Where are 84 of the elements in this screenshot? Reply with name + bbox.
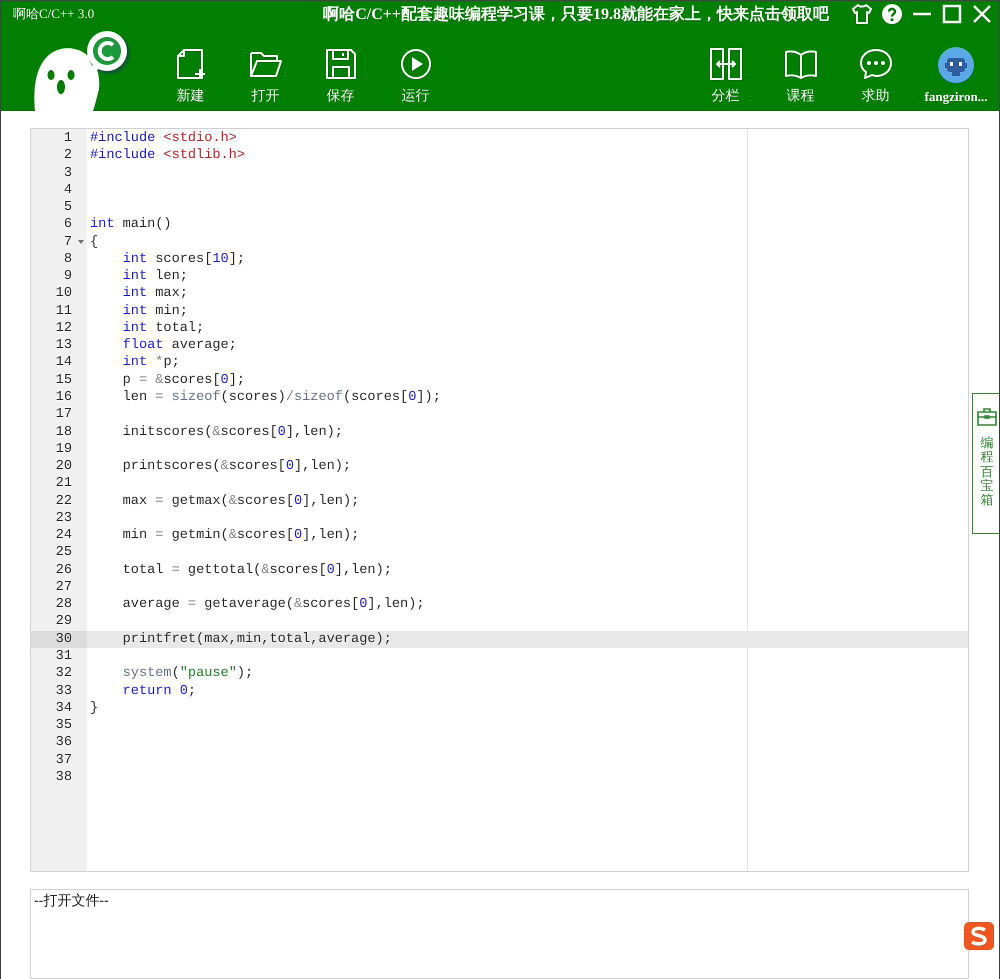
line-number: 35 bbox=[56, 717, 72, 734]
line-number: 38 bbox=[56, 768, 72, 786]
line-number: 12 bbox=[56, 320, 72, 338]
code-line: int len; bbox=[122, 268, 188, 286]
line-number: 16 bbox=[56, 388, 72, 406]
toolbar-button[interactable]: 保存 bbox=[303, 47, 378, 105]
line-number: 25 bbox=[56, 544, 72, 562]
input-method-icon[interactable] bbox=[964, 922, 994, 950]
line-number: 30 bbox=[56, 630, 72, 648]
line-number: 15 bbox=[56, 372, 72, 389]
line-number: 8 bbox=[64, 250, 72, 268]
code-line: { bbox=[89, 234, 98, 251]
line-number: 17 bbox=[56, 406, 72, 424]
shirt-icon[interactable] bbox=[851, 3, 873, 26]
line-number: 4 bbox=[64, 182, 72, 200]
code-line: printfret(max,min,total,average); bbox=[122, 630, 392, 648]
code-line: printscores(&scores[0],len); bbox=[122, 458, 352, 476]
app-title: 啊哈C/C++ 3.0 bbox=[13, 5, 94, 24]
code-line: int min; bbox=[122, 302, 188, 320]
line-number: 36 bbox=[56, 734, 72, 752]
line-number: 2 bbox=[64, 147, 72, 165]
code-line: } bbox=[89, 700, 98, 718]
line-number: 32 bbox=[56, 665, 72, 682]
line-number: 21 bbox=[56, 475, 72, 493]
save-icon bbox=[324, 47, 358, 81]
line-number: 9 bbox=[64, 268, 72, 286]
code-line: #include <stdio.h> bbox=[89, 130, 237, 148]
line-number: 23 bbox=[56, 510, 72, 528]
toolbar-button[interactable]: 分栏 bbox=[688, 47, 763, 105]
line-number: 1 bbox=[64, 130, 72, 148]
code-line: min = getmin(&scores[0],len); bbox=[122, 527, 360, 544]
toolbar-button[interactable]: 课程 bbox=[763, 47, 838, 105]
line-number: 33 bbox=[56, 682, 72, 700]
toolbar-button[interactable]: 运行 bbox=[378, 47, 453, 105]
line-number: 24 bbox=[56, 527, 72, 544]
line-number: 5 bbox=[64, 199, 72, 216]
line-number: 27 bbox=[56, 578, 72, 596]
line-number: 22 bbox=[56, 492, 72, 510]
user-name[interactable]: fangziron... bbox=[924, 89, 988, 105]
line-number: 31 bbox=[56, 648, 72, 666]
code-line: average = getaverage(&scores[0],len); bbox=[122, 596, 425, 614]
code-line: max = getmax(&scores[0],len); bbox=[122, 492, 360, 510]
code-line: initscores(&scores[0],len); bbox=[122, 424, 343, 441]
chat-bubble-icon bbox=[858, 47, 892, 81]
promo-link[interactable]: 啊哈C/C++配套趣味编程学习课，只要19.8就能在家上，快来点击领取吧 bbox=[94, 4, 851, 25]
line-number: 10 bbox=[56, 285, 72, 303]
line-number: 26 bbox=[56, 562, 72, 579]
line-number: 20 bbox=[56, 458, 72, 476]
split-view-icon bbox=[708, 47, 742, 81]
code-line: int *p; bbox=[122, 354, 180, 372]
code-line: #include <stdlib.h> bbox=[89, 147, 245, 165]
robot-avatar-icon[interactable] bbox=[938, 47, 974, 83]
line-number: 6 bbox=[64, 216, 72, 234]
close-icon[interactable] bbox=[971, 3, 993, 26]
code-line: system("pause"); bbox=[122, 665, 254, 682]
code-line: int total; bbox=[122, 320, 204, 338]
help-icon[interactable] bbox=[881, 3, 903, 26]
line-number: 13 bbox=[56, 337, 72, 354]
line-number: 7 bbox=[64, 234, 72, 251]
line-number: 19 bbox=[56, 440, 72, 458]
line-number: 28 bbox=[56, 596, 72, 614]
code-line: int scores[10]; bbox=[122, 250, 246, 268]
code-line: p = &scores[0]; bbox=[122, 372, 246, 389]
maximize-icon[interactable] bbox=[941, 3, 963, 26]
line-number: 3 bbox=[64, 164, 72, 182]
line-number: 18 bbox=[56, 424, 72, 441]
line-number: 29 bbox=[56, 613, 72, 631]
line-number: 11 bbox=[56, 302, 72, 320]
line-number: 14 bbox=[56, 354, 72, 372]
output-text: --打开文件-- bbox=[34, 892, 109, 908]
toolbar-button[interactable]: 打开 bbox=[228, 47, 303, 105]
toolbar-button[interactable]: 求助 bbox=[838, 47, 913, 105]
fold-arrow-icon[interactable] bbox=[78, 240, 84, 244]
code-line: int max; bbox=[122, 285, 188, 303]
toolbar-button[interactable]: 新建 bbox=[153, 47, 228, 105]
code-line: return 0; bbox=[122, 682, 196, 700]
toolbox-icon[interactable] bbox=[977, 408, 997, 426]
code-line: float average; bbox=[122, 337, 237, 354]
line-number: 37 bbox=[56, 752, 72, 769]
code-line: len = sizeof(scores)/sizeof(scores[0]); bbox=[122, 388, 441, 406]
code-line: total = gettotal(&scores[0],len); bbox=[122, 562, 392, 579]
code-line: int main() bbox=[89, 216, 172, 234]
play-icon bbox=[398, 47, 432, 81]
line-number: 34 bbox=[56, 700, 72, 718]
